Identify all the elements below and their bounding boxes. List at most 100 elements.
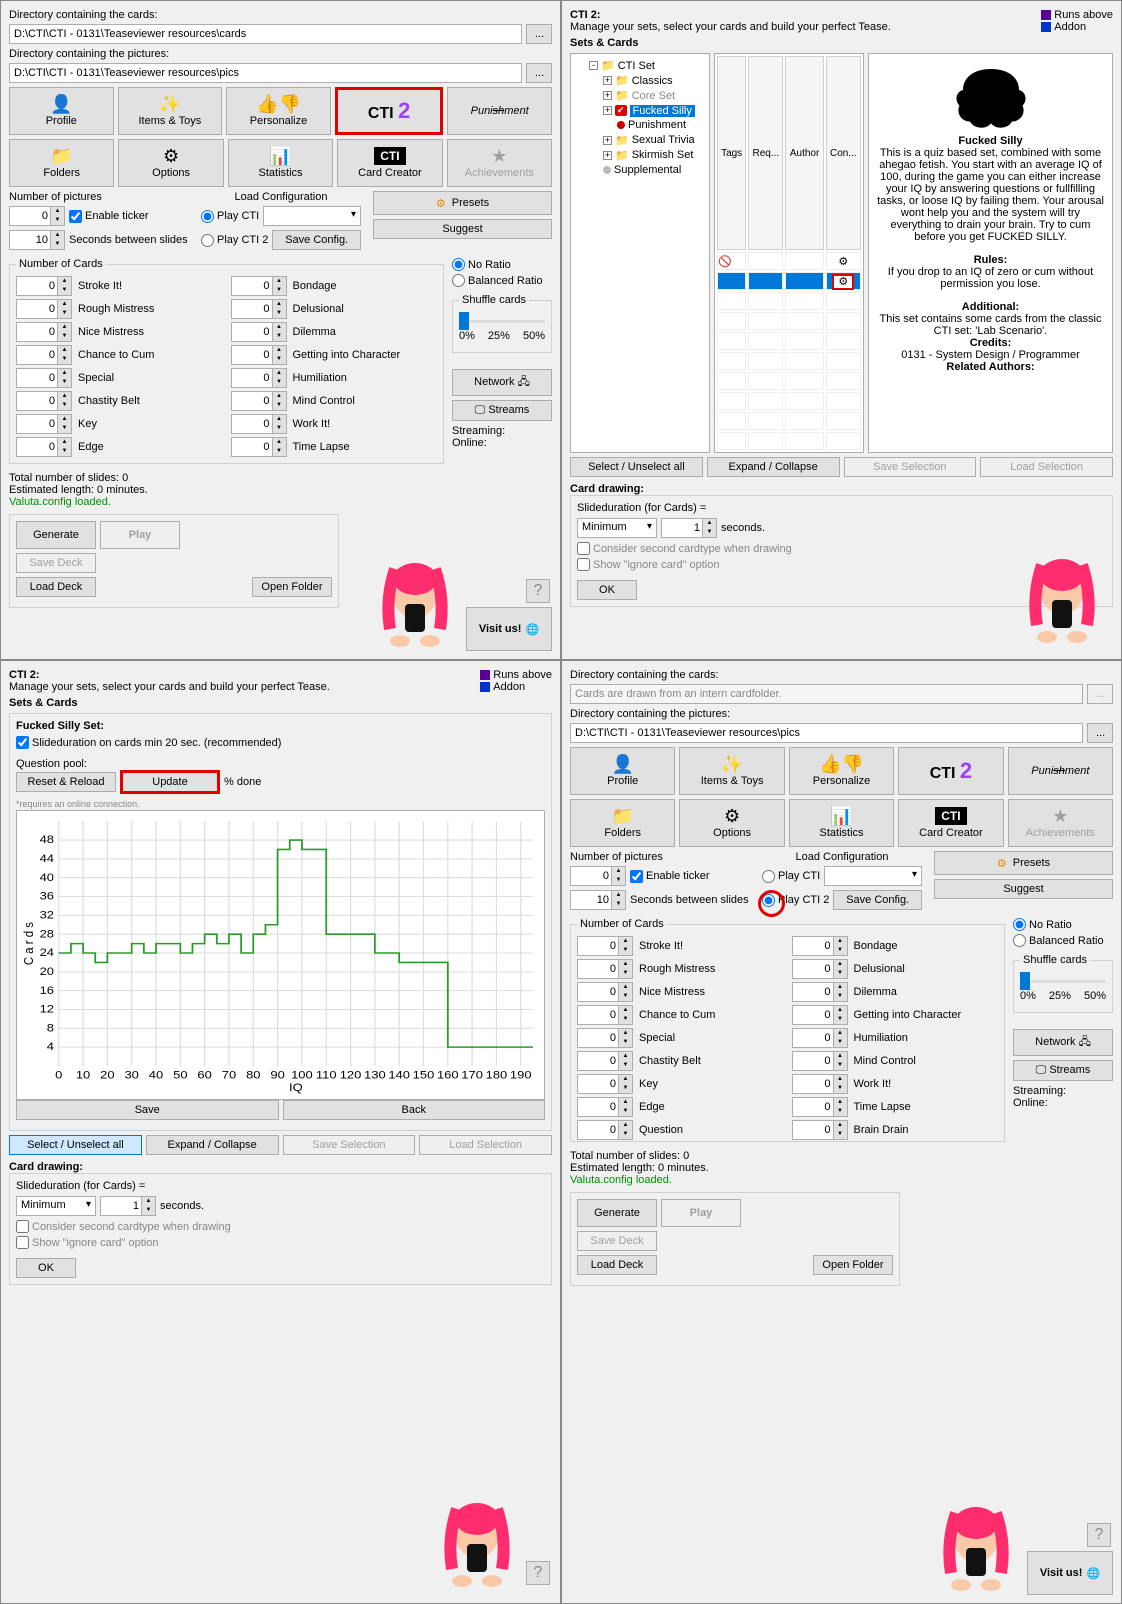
enable-ticker-check[interactable]: Enable ticker bbox=[630, 870, 710, 883]
punishment-button[interactable]: Punishment bbox=[1008, 747, 1113, 795]
card-count-spin[interactable]: ▲▼ bbox=[792, 1097, 848, 1117]
options-button[interactable]: ⚙Options bbox=[679, 799, 784, 847]
ok-button[interactable]: OK bbox=[16, 1258, 76, 1278]
config-combo[interactable] bbox=[263, 206, 361, 226]
card-count-spin[interactable]: ▲▼ bbox=[231, 437, 287, 457]
load-selection-button[interactable]: Load Selection bbox=[419, 1135, 552, 1155]
num-pics-spin[interactable]: ▲▼ bbox=[570, 866, 626, 886]
save-config-button[interactable]: Save Config. bbox=[272, 230, 361, 250]
items-toys-button[interactable]: ✨Items & Toys bbox=[679, 747, 784, 795]
card-count-spin[interactable]: ▲▼ bbox=[577, 1028, 633, 1048]
pics-path-input[interactable] bbox=[9, 63, 522, 83]
card-count-spin[interactable]: ▲▼ bbox=[577, 1097, 633, 1117]
network-button[interactable]: Network 🖧 bbox=[452, 369, 552, 396]
play-button[interactable]: Play bbox=[100, 521, 180, 549]
shuffle-slider[interactable] bbox=[1020, 972, 1106, 990]
card-count-spin[interactable]: ▲▼ bbox=[16, 437, 72, 457]
card-count-spin[interactable]: ▲▼ bbox=[16, 276, 72, 296]
card-count-spin[interactable]: ▲▼ bbox=[16, 345, 72, 365]
card-count-spin[interactable]: ▲▼ bbox=[577, 1120, 633, 1140]
play-button[interactable]: Play bbox=[661, 1199, 741, 1227]
help-button[interactable]: ? bbox=[526, 579, 550, 603]
profile-button[interactable]: 👤Profile bbox=[9, 87, 114, 135]
visit-us-button[interactable]: Visit us!🌐 bbox=[466, 607, 552, 651]
visit-us-button[interactable]: Visit us!🌐 bbox=[1027, 1551, 1113, 1595]
card-count-spin[interactable]: ▲▼ bbox=[577, 1074, 633, 1094]
achievements-button[interactable]: ★Achievements bbox=[1008, 799, 1113, 847]
pics-browse-button[interactable]: ... bbox=[526, 63, 552, 83]
pics-browse-button[interactable]: ... bbox=[1087, 723, 1113, 743]
update-button[interactable]: Update bbox=[120, 770, 220, 794]
streams-button[interactable]: 🖵 Streams bbox=[452, 400, 552, 421]
slidedur-combo[interactable]: Minimum bbox=[577, 518, 657, 538]
network-button[interactable]: Network 🖧 bbox=[1013, 1029, 1113, 1056]
presets-button[interactable]: ⚙Presets bbox=[373, 191, 552, 215]
card-count-spin[interactable]: ▲▼ bbox=[16, 414, 72, 434]
card-count-spin[interactable]: ▲▼ bbox=[577, 1051, 633, 1071]
card-count-spin[interactable]: ▲▼ bbox=[231, 299, 287, 319]
card-count-spin[interactable]: ▲▼ bbox=[16, 368, 72, 388]
suggest-button[interactable]: Suggest bbox=[934, 879, 1113, 899]
card-creator-button[interactable]: CTICard Creator bbox=[898, 799, 1003, 847]
cards-path-input[interactable] bbox=[9, 24, 522, 44]
save-selection-button[interactable]: Save Selection bbox=[283, 1135, 416, 1155]
presets-button[interactable]: ⚙Presets bbox=[934, 851, 1113, 875]
profile-button[interactable]: 👤Profile bbox=[570, 747, 675, 795]
open-folder-button[interactable]: Open Folder bbox=[252, 577, 332, 597]
streams-button[interactable]: 🖵 Streams bbox=[1013, 1060, 1113, 1081]
show-ignore-check[interactable]: Show "ignore card" option bbox=[16, 1236, 158, 1249]
card-count-spin[interactable]: ▲▼ bbox=[577, 982, 633, 1002]
balanced-ratio-radio[interactable]: Balanced Ratio bbox=[1013, 934, 1104, 947]
card-count-spin[interactable]: ▲▼ bbox=[792, 1074, 848, 1094]
card-table[interactable]: TagsReq...AuthorCon... 🚫⚙ ⚙ bbox=[714, 53, 864, 453]
card-count-spin[interactable]: ▲▼ bbox=[792, 959, 848, 979]
folders-button[interactable]: 📁Folders bbox=[570, 799, 675, 847]
card-count-spin[interactable]: ▲▼ bbox=[231, 276, 287, 296]
play-cti-radio[interactable]: Play CTI bbox=[201, 210, 259, 223]
open-folder-button[interactable]: Open Folder bbox=[813, 1255, 893, 1275]
show-ignore-check[interactable]: Show "ignore card" option bbox=[577, 558, 719, 571]
play-cti2-radio[interactable]: Play CTI 2 bbox=[201, 234, 268, 247]
save-deck-button[interactable]: Save Deck bbox=[16, 553, 96, 573]
card-count-spin[interactable]: ▲▼ bbox=[792, 1120, 848, 1140]
punishment-button[interactable]: Punishment bbox=[447, 87, 552, 135]
help-button[interactable]: ? bbox=[526, 1561, 550, 1585]
no-ratio-radio[interactable]: No Ratio bbox=[452, 258, 511, 271]
items-toys-button[interactable]: ✨Items & Toys bbox=[118, 87, 223, 135]
statistics-button[interactable]: 📊Statistics bbox=[789, 799, 894, 847]
num-pics-spin[interactable]: ▲▼ bbox=[9, 206, 65, 226]
personalize-button[interactable]: 👍👎Personalize bbox=[789, 747, 894, 795]
shuffle-slider[interactable] bbox=[459, 312, 545, 330]
card-count-spin[interactable]: ▲▼ bbox=[231, 345, 287, 365]
expand-collapse-button[interactable]: Expand / Collapse bbox=[146, 1135, 279, 1155]
folders-button[interactable]: 📁Folders bbox=[9, 139, 114, 187]
cti2-button[interactable]: CTI 2 bbox=[335, 87, 444, 135]
card-creator-button[interactable]: CTICard Creator bbox=[337, 139, 442, 187]
slidedur-rec-check[interactable]: Slideduration on cards min 20 sec. (reco… bbox=[16, 736, 281, 749]
load-deck-button[interactable]: Load Deck bbox=[577, 1255, 657, 1275]
set-tree[interactable]: -📁CTI Set+📁Classics+📁Core Set+✔Fucked Si… bbox=[570, 53, 710, 453]
slidedur-spin[interactable]: ▲▼ bbox=[100, 1196, 156, 1216]
save-selection-button[interactable]: Save Selection bbox=[844, 457, 977, 477]
card-count-spin[interactable]: ▲▼ bbox=[792, 1005, 848, 1025]
help-button[interactable]: ? bbox=[1087, 1523, 1111, 1547]
cti2-button[interactable]: CTI 2 bbox=[898, 747, 1003, 795]
card-count-spin[interactable]: ▲▼ bbox=[16, 322, 72, 342]
slidedur-combo[interactable]: Minimum bbox=[16, 1196, 96, 1216]
generate-button[interactable]: Generate bbox=[16, 521, 96, 549]
card-count-spin[interactable]: ▲▼ bbox=[231, 322, 287, 342]
card-count-spin[interactable]: ▲▼ bbox=[792, 1051, 848, 1071]
options-button[interactable]: ⚙Options bbox=[118, 139, 223, 187]
card-count-spin[interactable]: ▲▼ bbox=[16, 391, 72, 411]
statistics-button[interactable]: 📊Statistics bbox=[228, 139, 333, 187]
card-count-spin[interactable]: ▲▼ bbox=[792, 1028, 848, 1048]
card-count-spin[interactable]: ▲▼ bbox=[792, 982, 848, 1002]
pics-path-input[interactable] bbox=[570, 723, 1083, 743]
personalize-button[interactable]: 👍👎Personalize bbox=[226, 87, 331, 135]
suggest-button[interactable]: Suggest bbox=[373, 219, 552, 239]
card-count-spin[interactable]: ▲▼ bbox=[577, 936, 633, 956]
save-deck-button[interactable]: Save Deck bbox=[577, 1231, 657, 1251]
ok-button[interactable]: OK bbox=[577, 580, 637, 600]
config-combo[interactable] bbox=[824, 866, 922, 886]
card-count-spin[interactable]: ▲▼ bbox=[231, 391, 287, 411]
